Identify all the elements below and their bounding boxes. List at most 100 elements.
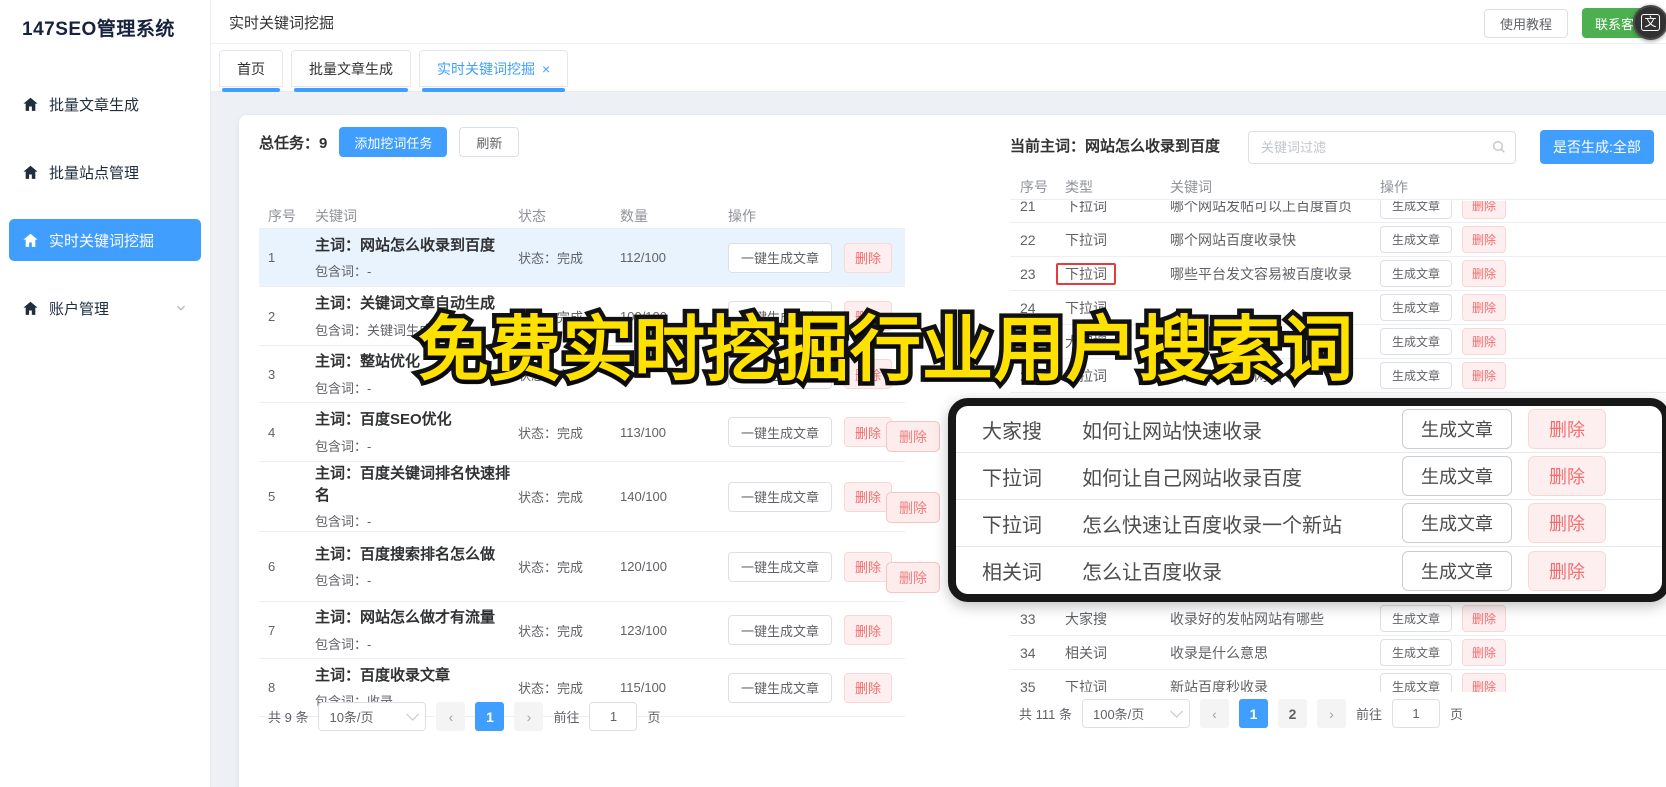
page-size-value: 10条/页 (329, 710, 374, 725)
delete-button[interactable]: 删除 (1462, 294, 1507, 321)
generate-article-button[interactable]: 一键生成文章 (728, 417, 833, 447)
generate-article-button[interactable]: 一键生成文章 (728, 481, 833, 512)
generate-article-button[interactable]: 一键生成文章 (728, 672, 833, 703)
delete-button[interactable]: 删除 (1462, 673, 1507, 692)
search-icon (1491, 139, 1507, 155)
keyword-filter-input[interactable] (1248, 131, 1516, 164)
delete-button[interactable]: 删除 (1462, 201, 1507, 219)
status-text: 状态：完成 (518, 623, 584, 639)
task-keyword-cell: 主词：百度搜索排名怎么做 包含词：- (315, 544, 518, 590)
page-size-select[interactable]: 10条/页 (318, 702, 427, 731)
generate-article-button[interactable]: 生成文章 (1380, 605, 1453, 632)
goto-page-input[interactable] (589, 702, 638, 731)
tab-item-2[interactable]: 实时关键词挖掘 × (419, 50, 569, 92)
generate-article-button[interactable]: 一键生成文章 (728, 615, 833, 645)
magnified-delete-button-fragment: 删除 (886, 562, 940, 593)
page-size-select[interactable]: 100条/页 (1081, 699, 1190, 728)
quantity-text: 120/100 (620, 559, 667, 574)
keyword-table-body-bottom: 33 大家搜 收录好的发帖网站有哪些 生成文章 删除 34 相关词 收录是什么意思 生成文章 删除… (1010, 602, 1666, 692)
keyword-pagination: 共 111 条 100条/页 ‹ 12 › 前往 页 (1019, 699, 1463, 728)
table-row: 22 下拉词 哪个网站百度收录快 生成文章 删除 (1010, 223, 1666, 257)
task-keyword-cell: 主词：百度SEO优化 包含词：- (315, 409, 518, 455)
prev-page-button[interactable]: ‹ (436, 702, 466, 731)
generate-article-button[interactable]: 生成文章 (1402, 550, 1512, 591)
generate-article-button[interactable]: 生成文章 (1380, 226, 1453, 253)
page-number-button[interactable]: 2 (1277, 699, 1307, 728)
keyword-type-cell: 下拉词 (1065, 677, 1170, 693)
page-number-button[interactable]: 1 (1238, 699, 1268, 728)
keyword-type-text: 相关词 (982, 562, 1042, 584)
home-icon (22, 232, 39, 249)
delete-button[interactable]: 删除 (1462, 362, 1507, 389)
page-number-button[interactable]: 1 (475, 702, 505, 731)
translate-float-icon[interactable]: 文 (1633, 5, 1666, 40)
main-word-text: 主词：网站怎么收录到百度 (315, 236, 496, 254)
delete-button[interactable]: 删除 (844, 417, 893, 447)
main-word-text: 主词：网站怎么做才有流量 (315, 609, 496, 627)
chevron-down-icon (1170, 705, 1183, 718)
delete-button[interactable]: 删除 (1462, 639, 1507, 666)
row-index: 4 (268, 424, 276, 440)
delete-button[interactable]: 删除 (1528, 456, 1606, 496)
keyword-type-text: 大家搜 (1065, 610, 1107, 627)
next-page-button[interactable]: › (514, 702, 544, 731)
generate-article-button[interactable]: 生成文章 (1402, 503, 1512, 543)
goto-page-input[interactable] (1392, 699, 1440, 728)
next-page-button[interactable]: › (1316, 699, 1346, 728)
generate-article-button[interactable]: 生成文章 (1380, 673, 1453, 692)
keyword-text: 如何让网站快速收录 (1082, 420, 1262, 443)
keyword-type-text: 下拉词 (1065, 231, 1107, 248)
delete-button[interactable]: 删除 (1528, 409, 1606, 449)
row-index: 21 (1020, 201, 1036, 214)
delete-button[interactable]: 删除 (844, 551, 893, 582)
generate-article-button[interactable]: 生成文章 (1402, 456, 1512, 496)
tab-item-1[interactable]: 批量文章生成 (291, 50, 411, 92)
delete-button[interactable]: 删除 (1462, 226, 1507, 253)
delete-button[interactable]: 删除 (844, 481, 893, 512)
row-index: 35 (1020, 678, 1036, 693)
keyword-type-cell: 下拉词 (1056, 262, 1170, 285)
sidebar-item-batch-article[interactable]: 批量文章生成 (9, 83, 201, 125)
delete-button[interactable]: 删除 (844, 242, 893, 273)
generate-article-button[interactable]: 生成文章 (1380, 362, 1453, 389)
delete-button[interactable]: 删除 (1462, 260, 1507, 287)
highlighted-type-red-box: 下拉词 (1056, 262, 1116, 285)
sidebar-item-account[interactable]: 账户管理 (9, 287, 201, 329)
generate-article-button[interactable]: 生成文章 (1380, 328, 1453, 355)
generate-article-button[interactable]: 一键生成文章 (728, 551, 833, 582)
column-header: 序号 (1020, 179, 1048, 195)
main-word-text: 主词：百度收录文章 (315, 666, 451, 684)
refresh-button[interactable]: 刷新 (459, 127, 520, 157)
generate-article-button[interactable]: 生成文章 (1402, 409, 1512, 449)
generate-article-button[interactable]: 生成文章 (1380, 294, 1453, 321)
add-task-button[interactable]: 添加挖词任务 (339, 127, 448, 157)
task-keyword-cell: 主词：网站怎么做才有流量 包含词：- (315, 607, 518, 653)
status-text: 状态：完成 (518, 560, 584, 575)
generate-article-button[interactable]: 生成文章 (1380, 639, 1453, 666)
generate-article-button[interactable]: 一键生成文章 (728, 242, 833, 273)
sidebar-item-batch-site[interactable]: 批量站点管理 (9, 151, 201, 193)
row-index: 33 (1020, 610, 1036, 627)
delete-button[interactable]: 删除 (844, 615, 893, 645)
generate-article-button[interactable]: 生成文章 (1380, 260, 1453, 287)
quantity-text: 113/100 (620, 424, 667, 440)
status-text: 状态：完成 (518, 425, 584, 441)
close-icon[interactable]: × (542, 62, 550, 76)
delete-button[interactable]: 删除 (844, 672, 893, 703)
chevron-down-icon (406, 708, 420, 721)
delete-button[interactable]: 删除 (1528, 503, 1606, 543)
column-header: 关键词 (315, 207, 357, 224)
sidebar-item-realtime-keyword[interactable]: 实时关键词挖掘 (9, 219, 201, 261)
tab-home[interactable]: 首页 (219, 50, 283, 92)
prev-page-button[interactable]: ‹ (1199, 699, 1229, 728)
row-index: 6 (268, 559, 276, 574)
delete-button[interactable]: 删除 (1462, 605, 1507, 632)
delete-button[interactable]: 删除 (1528, 550, 1606, 591)
task-toolbar: 总任务：9 添加挖词任务 刷新 (259, 127, 905, 157)
delete-button[interactable]: 删除 (1462, 328, 1507, 355)
tutorial-button[interactable]: 使用教程 (1483, 8, 1568, 38)
generate-article-button[interactable]: 生成文章 (1380, 201, 1453, 219)
keyword-text: 新站百度秒收录 (1170, 678, 1268, 693)
row-index: 1 (268, 250, 276, 265)
generate-all-button[interactable]: 是否生成:全部 (1540, 130, 1654, 164)
